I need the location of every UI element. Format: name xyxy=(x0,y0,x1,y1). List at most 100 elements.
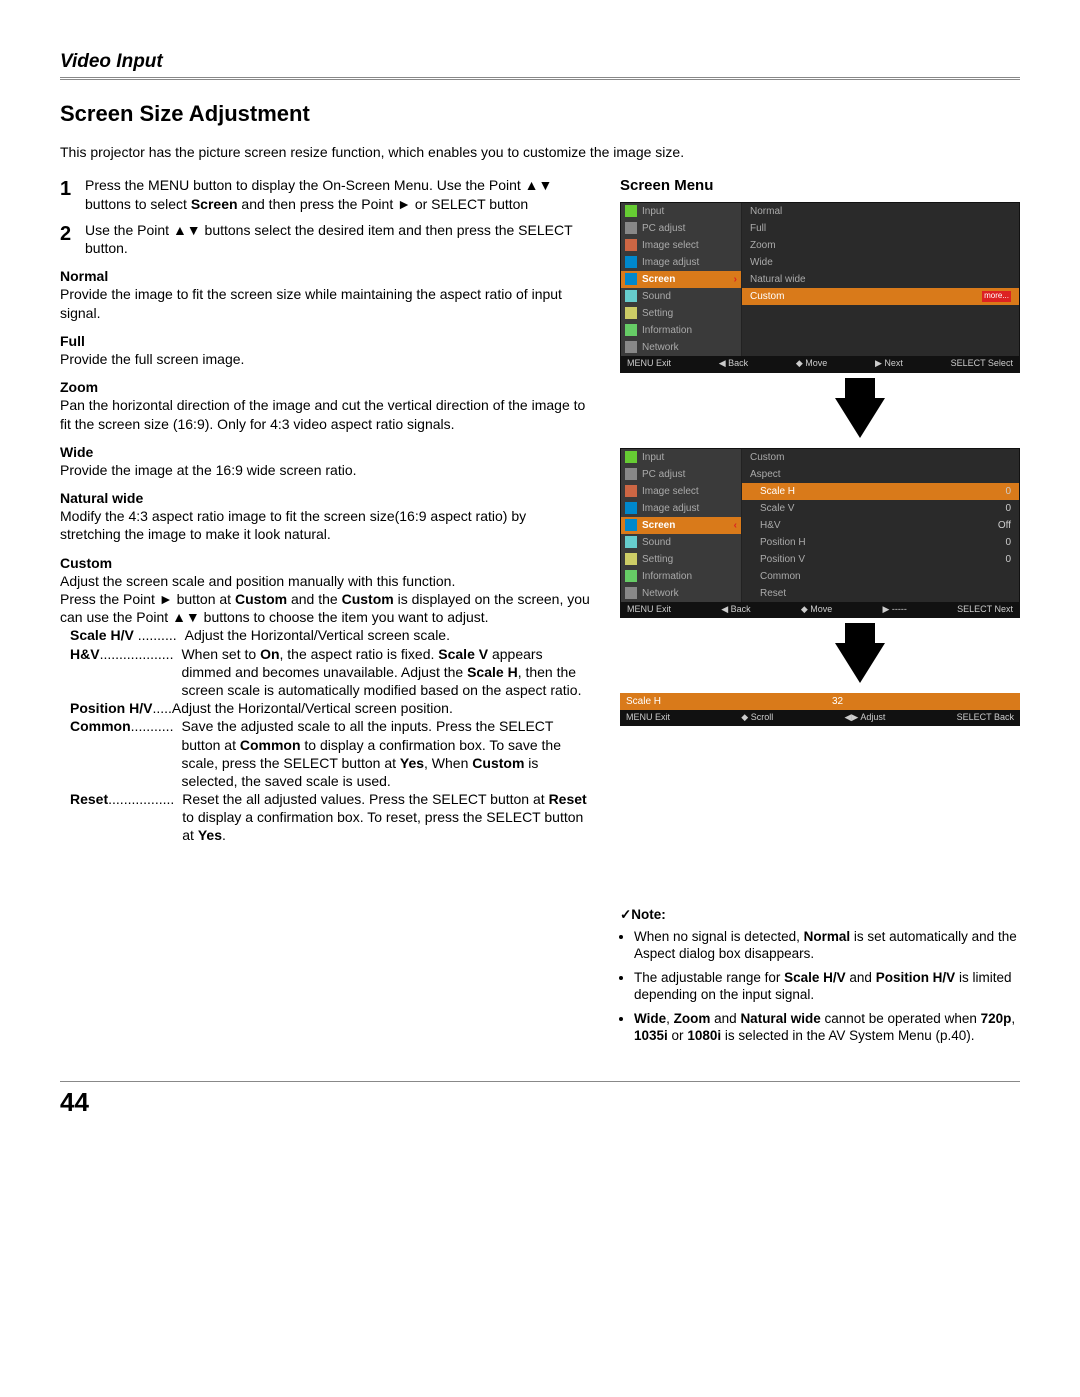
osd-screenshot-1: InputPC adjustImage selectImage adjustSc… xyxy=(620,202,1020,373)
osd-option-item: Custommore... xyxy=(742,288,1019,305)
n3f: cannot be operated when xyxy=(821,1011,981,1026)
note-title: ✓Note: xyxy=(620,906,1020,924)
n3b: , xyxy=(666,1011,674,1026)
osd-option-item: Full xyxy=(742,220,1019,237)
step-2-text: Use the Point ▲▼ buttons select the desi… xyxy=(85,221,590,257)
osd-option-item: Normal xyxy=(742,203,1019,220)
n3i: 1035i xyxy=(634,1028,668,1043)
osd-option-item: Wide xyxy=(742,254,1019,271)
osd-option-item: Common xyxy=(742,568,1019,585)
note-item-3: Wide, Zoom and Natural wide cannot be op… xyxy=(634,1010,1020,1045)
mode-normal-title: Normal xyxy=(60,267,590,285)
rsa: Reset the all adjusted values. Press the… xyxy=(182,791,548,807)
cp2c: and the xyxy=(287,591,342,607)
n3d: and xyxy=(710,1011,740,1026)
intro-text: This projector has the picture screen re… xyxy=(60,143,1020,161)
osd-menu-item: Network xyxy=(621,339,741,356)
cmcu: Custom xyxy=(472,755,524,771)
def-common-desc: Save the adjusted scale to all the input… xyxy=(181,717,590,790)
osd-menu-item: Image adjust xyxy=(621,500,741,517)
osd-footer-hint: MENU Exit xyxy=(627,358,671,370)
mode-normal-text: Provide the image to fit the screen size… xyxy=(60,285,590,321)
dots5: ................. xyxy=(108,791,174,807)
mode-custom-p2: Press the Point ► button at Custom and t… xyxy=(60,590,590,626)
n1b: Normal xyxy=(804,929,851,944)
def-hv-term: H&V xyxy=(70,646,100,662)
osd-option-item: Position H0 xyxy=(742,534,1019,551)
right-column: Screen Menu InputPC adjustImage selectIm… xyxy=(620,176,1020,1050)
osd3-val: 32 xyxy=(832,695,843,708)
osd-footer-hint: ◆ Move xyxy=(796,358,827,370)
dots4: ........... xyxy=(131,718,174,734)
osd-footer-hint: ◀▶ Adjust xyxy=(844,712,885,724)
arrow-down-icon xyxy=(700,378,1020,438)
osd-option-item: H&VOff xyxy=(742,517,1019,534)
cp2b: Custom xyxy=(235,591,287,607)
section-header: Video Input xyxy=(60,50,1020,80)
cp2d: Custom xyxy=(342,591,394,607)
def-scalehv-desc: Adjust the Horizontal/Vertical screen sc… xyxy=(185,626,590,644)
hvsv: Scale V xyxy=(438,646,488,662)
osd-screenshot-3: Scale H 32 MENU Exit ◆ Scroll ◀▶ Adjust SEL… xyxy=(620,693,1020,726)
osd-menu-item: Screen› xyxy=(621,271,741,288)
step1-b: and then press the Point ► or SELECT but… xyxy=(238,196,529,212)
mode-wide-text: Provide the image at the 16:9 wide scree… xyxy=(60,461,590,479)
osd-menu-item: Information xyxy=(621,322,741,339)
dots2: ................... xyxy=(100,646,174,662)
osd-menu-item: Setting xyxy=(621,551,741,568)
dots1: .......... xyxy=(134,627,177,643)
step-2-num: 2 xyxy=(60,221,85,257)
osd-footer-hint: ▶ Next xyxy=(875,358,903,370)
step-1-num: 1 xyxy=(60,176,85,212)
n2a: The adjustable range for xyxy=(634,970,784,985)
step1-bold: Screen xyxy=(191,196,238,212)
osd-menu-item: Setting xyxy=(621,305,741,322)
osd-option-item: Position V0 xyxy=(742,551,1019,568)
osd-menu-item: Sound xyxy=(621,288,741,305)
hvb: , the aspect ratio is fixed. xyxy=(280,646,439,662)
osd-option-item: Scale V0 xyxy=(742,500,1019,517)
cmc: , When xyxy=(424,755,472,771)
osd-menu-item: PC adjust xyxy=(621,466,741,483)
n3c: Zoom xyxy=(674,1011,711,1026)
page-title: Screen Size Adjustment xyxy=(60,100,1020,129)
mode-custom-p1: Adjust the screen scale and position man… xyxy=(60,572,590,590)
osd-menu-item: Network xyxy=(621,585,741,602)
osd-footer-hint: ▶ ----- xyxy=(883,604,907,616)
n1a: When no signal is detected, xyxy=(634,929,804,944)
step-1-text: Press the MENU button to display the On-… xyxy=(85,176,590,212)
note-item-1: When no signal is detected, Normal is se… xyxy=(634,928,1020,963)
osd-footer-hint: ◆ Move xyxy=(801,604,832,616)
n2c: and xyxy=(846,970,876,985)
def-common-term: Common xyxy=(70,718,131,734)
rsc: . xyxy=(222,827,226,843)
mode-zoom-text: Pan the horizontal direction of the imag… xyxy=(60,396,590,432)
def-reset-term: Reset xyxy=(70,791,108,807)
osd-menu-item: Image adjust xyxy=(621,254,741,271)
left-column: 1 Press the MENU button to display the O… xyxy=(60,176,590,1050)
osd-footer-hint: MENU Exit xyxy=(627,604,671,616)
note-item-2: The adjustable range for Scale H/V and P… xyxy=(634,969,1020,1004)
mode-natural-title: Natural wide xyxy=(60,489,590,507)
n2b: Scale H/V xyxy=(784,970,846,985)
osd-menu-item: Input xyxy=(621,203,741,220)
osd-footer-hint: ◀ Back xyxy=(719,358,748,370)
def-poshv-desc: Adjust the Horizontal/Vertical screen po… xyxy=(172,699,590,717)
n2d: Position H/V xyxy=(876,970,956,985)
osd-footer-hint: SELECT Back xyxy=(957,712,1014,724)
arrow-down-icon xyxy=(700,623,1020,683)
osd-option-item: Custom xyxy=(742,449,1019,466)
n3h: , xyxy=(1011,1011,1015,1026)
osd-option-item: Reset xyxy=(742,585,1019,602)
def-reset-desc: Reset the all adjusted values. Press the… xyxy=(182,790,590,845)
osd-footer-hint: MENU Exit xyxy=(626,712,670,724)
note-block: ✓Note: When no signal is detected, Norma… xyxy=(620,906,1020,1045)
cmy: Yes xyxy=(400,755,424,771)
def-hv-desc: When set to On, the aspect ratio is fixe… xyxy=(181,645,590,700)
osd-option-item: Aspect xyxy=(742,466,1019,483)
osd-footer-hint: ◆ Scroll xyxy=(741,712,773,724)
osd-option-item: Zoom xyxy=(742,237,1019,254)
osd3-title: Scale H xyxy=(626,695,661,708)
rsy: Yes xyxy=(198,827,222,843)
def-scalehv-term: Scale H/V xyxy=(70,627,134,643)
